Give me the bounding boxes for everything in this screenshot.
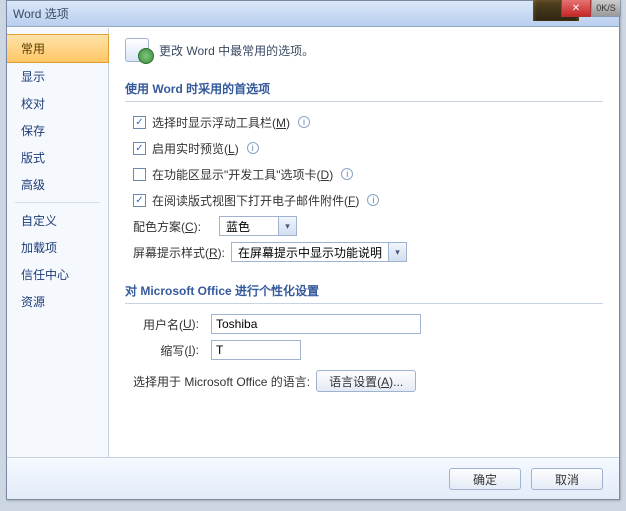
language-settings-button[interactable]: 语言设置(A)...: [316, 370, 416, 392]
opt-label: 选择时显示浮动工具栏(M): [152, 114, 290, 131]
language-row: 选择用于 Microsoft Office 的语言: 语言设置(A)...: [133, 370, 603, 392]
screentip-row: 屏幕提示样式(R): 在屏幕提示中显示功能说明 ▾: [133, 242, 603, 262]
chevron-down-icon[interactable]: ▾: [279, 216, 297, 236]
section-title-top: 使用 Word 时采用的首选项: [125, 76, 603, 102]
opt-label: 在功能区显示"开发工具"选项卡(D): [152, 166, 333, 183]
sidebar-item-general[interactable]: 常用: [7, 34, 109, 63]
initials-label: 缩写(I):: [133, 340, 203, 360]
initials-field[interactable]: [211, 340, 301, 360]
checkbox-icon[interactable]: ✓: [133, 194, 146, 207]
options-icon: [125, 38, 149, 62]
sidebar-item-proofing[interactable]: 校对: [7, 90, 108, 117]
personal-form: 用户名(U): 缩写(I):: [133, 314, 603, 360]
username-label: 用户名(U):: [133, 314, 203, 334]
opt-label: 在阅读版式视图下打开电子邮件附件(F): [152, 192, 359, 209]
select-value: 蓝色: [219, 216, 279, 236]
cancel-button[interactable]: 取消: [531, 468, 603, 490]
close-icon[interactable]: ✕: [561, 0, 591, 17]
info-icon[interactable]: i: [341, 168, 353, 180]
sidebar-item-resources[interactable]: 资源: [7, 288, 108, 315]
info-icon[interactable]: i: [367, 194, 379, 206]
opt-developer-tab[interactable]: 在功能区显示"开发工具"选项卡(D) i: [133, 164, 603, 184]
info-icon[interactable]: i: [298, 116, 310, 128]
window-title: Word 选项: [13, 5, 69, 22]
opt-live-preview[interactable]: ✓ 启用实时预览(L) i: [133, 138, 603, 158]
screentip-label: 屏幕提示样式(R):: [133, 244, 225, 261]
sidebar-item-display[interactable]: 显示: [7, 63, 108, 90]
select-value: 在屏幕提示中显示功能说明: [231, 242, 389, 262]
sidebar-item-addins[interactable]: 加载项: [7, 234, 108, 261]
window-controls: ✕ 0K/S: [561, 0, 621, 17]
word-options-dialog: Word 选项 ✕ 0K/S 常用 显示 校对 保存 版式 高级 自定义 加载项…: [6, 0, 620, 500]
sidebar-item-advanced[interactable]: 高级: [7, 171, 108, 198]
sidebar: 常用 显示 校对 保存 版式 高级 自定义 加载项 信任中心 资源: [7, 28, 109, 457]
section-title-personal: 对 Microsoft Office 进行个性化设置: [125, 278, 603, 304]
opt-label: 启用实时预览(L): [152, 140, 239, 157]
color-scheme-row: 配色方案(C): 蓝色 ▾: [133, 216, 603, 236]
checkbox-icon[interactable]: ✓: [133, 116, 146, 129]
screentip-select[interactable]: 在屏幕提示中显示功能说明 ▾: [231, 242, 407, 262]
language-line: 选择用于 Microsoft Office 的语言:: [133, 373, 310, 390]
checkbox-icon[interactable]: [133, 168, 146, 181]
chevron-down-icon[interactable]: ▾: [389, 242, 407, 262]
color-scheme-label: 配色方案(C):: [133, 218, 201, 235]
page-header: 更改 Word 中最常用的选项。: [125, 38, 603, 62]
opt-mini-toolbar[interactable]: ✓ 选择时显示浮动工具栏(M) i: [133, 112, 603, 132]
sidebar-item-trust[interactable]: 信任中心: [7, 261, 108, 288]
netmeter-overlay: 0K/S: [591, 0, 621, 17]
main-panel: 更改 Word 中最常用的选项。 使用 Word 时采用的首选项 ✓ 选择时显示…: [109, 28, 619, 457]
sidebar-separator: [15, 202, 100, 203]
opt-reading-layout[interactable]: ✓ 在阅读版式视图下打开电子邮件附件(F) i: [133, 190, 603, 210]
info-icon[interactable]: i: [247, 142, 259, 154]
sidebar-item-layout[interactable]: 版式: [7, 144, 108, 171]
sidebar-item-customize[interactable]: 自定义: [7, 207, 108, 234]
username-field[interactable]: [211, 314, 421, 334]
page-header-text: 更改 Word 中最常用的选项。: [159, 42, 314, 59]
dialog-footer: 确定 取消: [7, 457, 619, 499]
titlebar[interactable]: Word 选项 ✕ 0K/S: [7, 1, 619, 27]
checkbox-icon[interactable]: ✓: [133, 142, 146, 155]
color-scheme-select[interactable]: 蓝色 ▾: [219, 216, 297, 236]
ok-button[interactable]: 确定: [449, 468, 521, 490]
sidebar-item-save[interactable]: 保存: [7, 117, 108, 144]
dialog-body: 常用 显示 校对 保存 版式 高级 自定义 加载项 信任中心 资源 更改 Wor…: [7, 27, 619, 457]
